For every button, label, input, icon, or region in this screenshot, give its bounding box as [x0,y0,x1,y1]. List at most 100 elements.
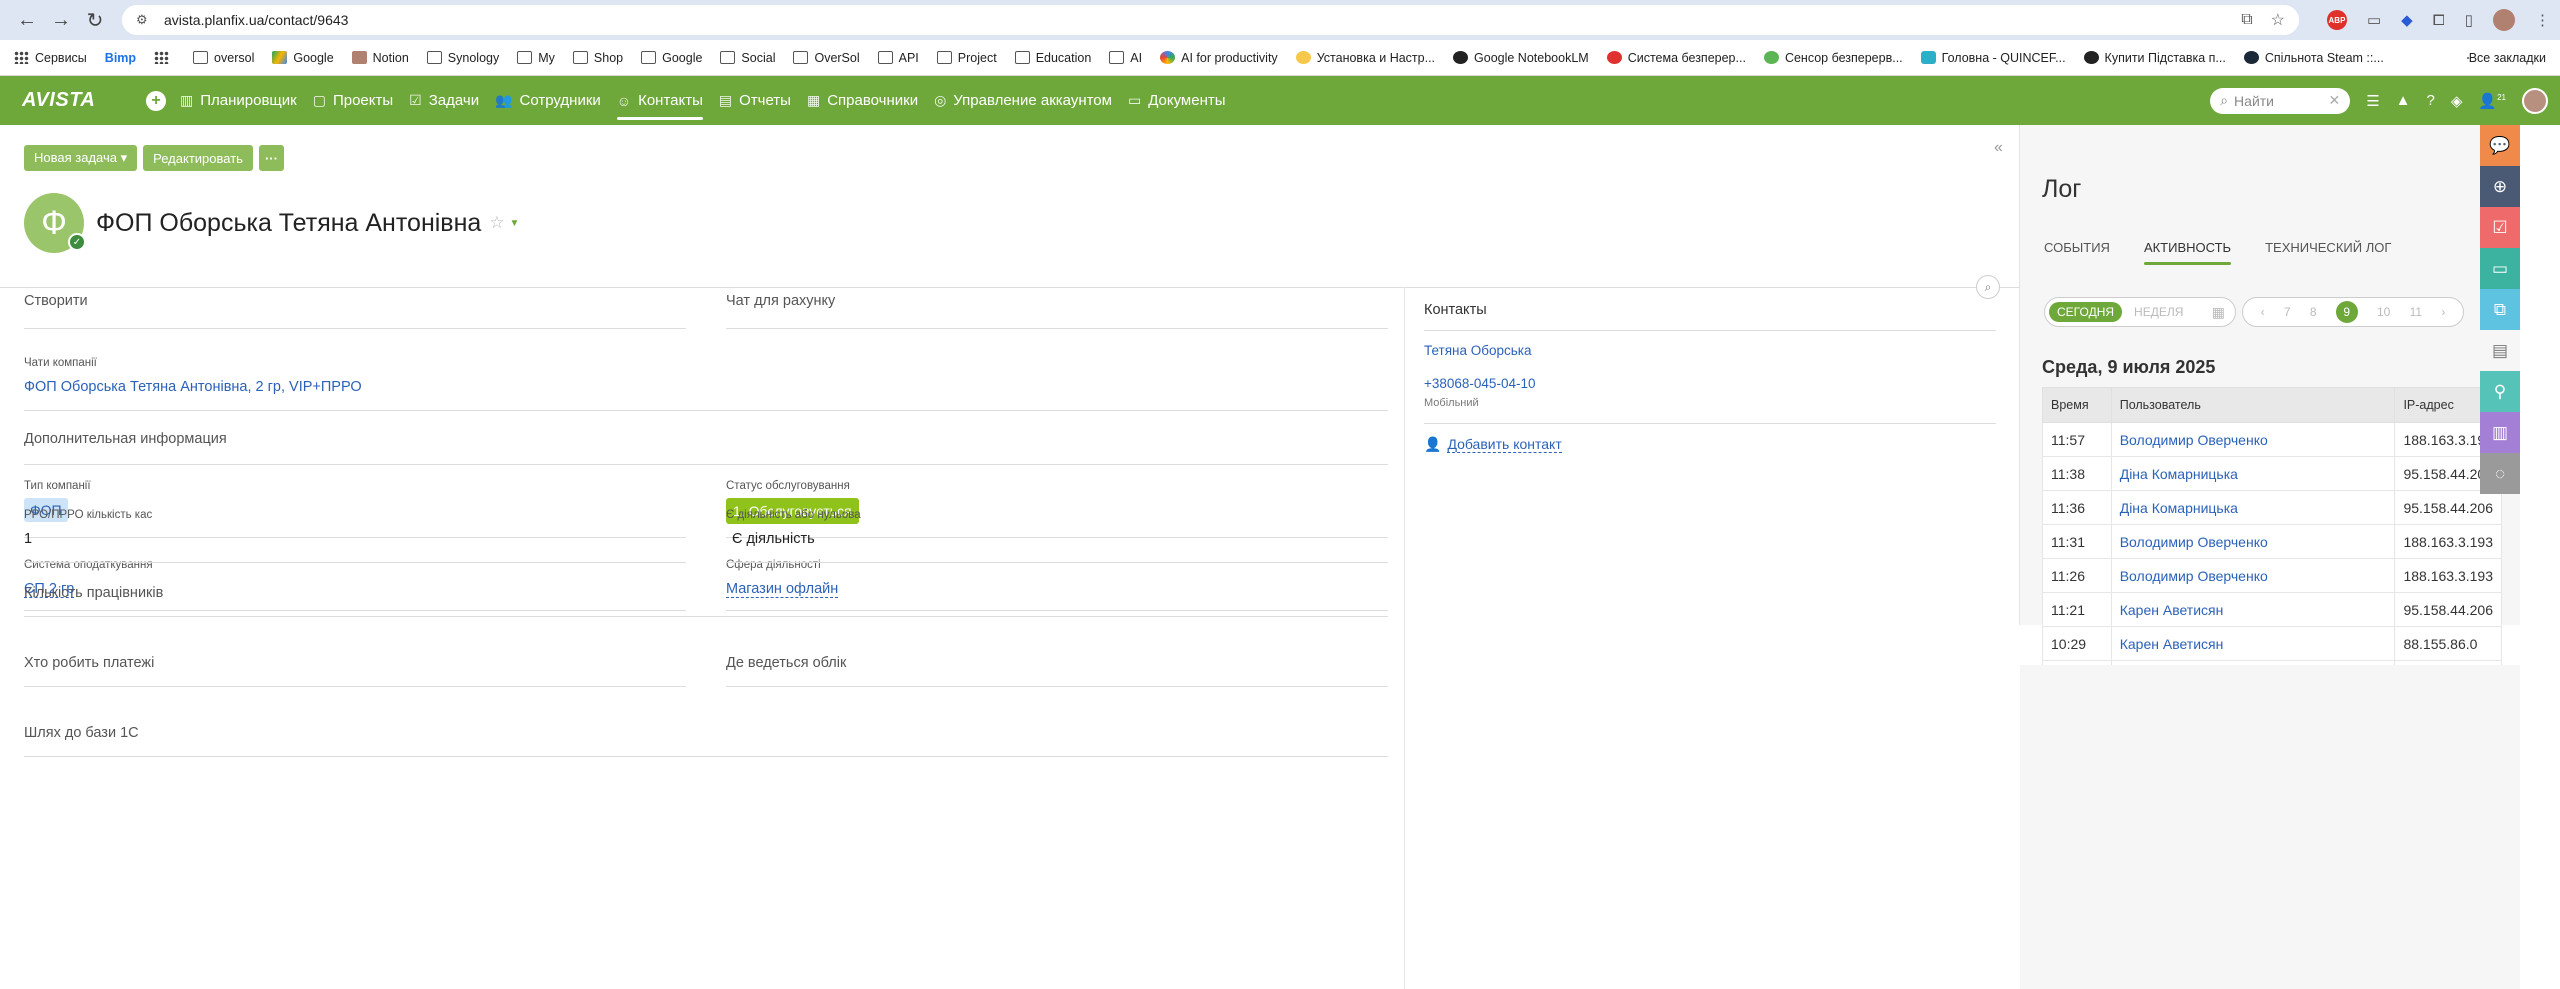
more-icon[interactable]: ◌ [2480,453,2520,494]
user-avatar[interactable] [2522,87,2548,114]
site-info-icon[interactable]: ⚙ [136,11,154,29]
bookmark-2[interactable] [154,51,175,64]
bookmark-6[interactable]: Synology [426,51,499,65]
pager-item[interactable]: 9 [2335,301,2358,323]
mail-icon[interactable]: ▭ [2480,248,2520,289]
layers-icon[interactable]: ◈ [2451,92,2463,110]
logo[interactable]: AVISTA [0,89,108,112]
more-button[interactable]: ··· [258,145,284,171]
shield-icon[interactable]: ◆ [2401,11,2413,29]
user-link[interactable]: Діна Комарницька [2110,456,2396,491]
nav-item-5[interactable]: ▤ Отчеты [719,76,791,125]
field-invoice-chat[interactable]: Чат для рахунку [726,293,1388,329]
users-icon[interactable]: 👤21 [2478,92,2506,110]
bookmark-3[interactable]: oversol [193,51,254,65]
menu-icon[interactable]: ☰ [2366,92,2379,110]
log-tab-1[interactable]: АКТИВНОСТЬ [2143,240,2232,265]
url-text[interactable]: avista.planfix.ua/contact/9643 [164,12,2223,28]
bookmark-1[interactable]: Bimp [105,51,136,65]
bookmark-star-icon[interactable]: ☆ [2271,10,2285,30]
star-icon[interactable]: ☆ [489,213,504,233]
pager-item[interactable]: 10 [2377,305,2390,319]
bookmark-20[interactable]: Сенсор безперерв... [1763,51,1903,65]
bookmark-12[interactable]: API [877,51,919,65]
key-icon[interactable]: ⚲ [2480,371,2520,412]
nav-item-8[interactable]: ▭ Документы [1128,76,1226,125]
bookmark-4[interactable]: Google [272,51,334,65]
forward-icon[interactable]: → [44,3,78,37]
bookmark-15[interactable]: AI [1109,51,1142,65]
new-task-button[interactable]: Новая задача ▾ [24,145,138,171]
address-bar[interactable]: ⚙ avista.planfix.ua/contact/9643 ⧉ ☆ [122,5,2299,35]
pager-item[interactable]: 8 [2310,305,2317,319]
search-input[interactable]: ⌕ Найти ✕ [2210,87,2351,114]
chat-search-icon[interactable]: ⌕ [1976,275,2000,299]
user-link[interactable]: Володимир Оверченко [2110,422,2396,457]
back-icon[interactable]: ← [10,3,44,37]
clipboard-icon[interactable]: ▤ [2480,330,2520,371]
bookmark-14[interactable]: Education [1014,51,1091,65]
extension-icon[interactable]: ▭ [2367,11,2381,29]
profile-avatar[interactable] [2493,9,2515,31]
period-today-button[interactable]: СЕГОДНЯ [2049,302,2123,322]
user-link[interactable]: Володимир Оверченко [2110,524,2396,559]
company-chat-link[interactable]: ФОП Оборська Тетяна Антонівна, 2 гр, VIP… [24,379,1388,395]
reload-icon[interactable]: ↻ [78,3,112,37]
bookmark-7[interactable]: My [517,51,555,65]
user-link[interactable]: Володимир Оверченко [2110,558,2396,593]
bookmark-22[interactable]: Купити Підставка п... [2083,51,2226,65]
contact-person-link[interactable]: Тетяна Оборська [1424,343,1996,358]
field-create[interactable]: Створити [24,293,686,329]
nav-item-1[interactable]: ▢ Проекты [313,76,393,125]
bookmark-10[interactable]: Social [720,51,775,65]
planner-icon[interactable]: ⊕ [2480,166,2520,207]
pager-item[interactable]: › [2441,305,2445,319]
nav-item-7[interactable]: ◎ Управление аккаунтом [934,76,1112,125]
bookmark-0[interactable]: Сервисы [14,51,87,65]
bookmark-11[interactable]: OverSol [793,51,860,65]
bookmark-17[interactable]: Установка и Настр... [1295,51,1435,65]
pin-icon[interactable]: ▲ [2396,92,2411,109]
bookmark-18[interactable]: Google NotebookLM [1453,51,1589,65]
install-app-icon[interactable]: ⧉ [2241,11,2252,29]
bookmark-21[interactable]: Головна - QUINCEF... [1920,51,2066,65]
chevron-down-icon[interactable]: ▼ [510,218,520,229]
bookmark-9[interactable]: Google [641,51,702,65]
collapse-icon[interactable]: « [1994,139,2003,157]
nav-item-0[interactable]: ▥ Планировщик [180,76,297,125]
log-tab-0[interactable]: СОБЫТИЯ [2044,240,2110,265]
chart-icon[interactable]: ▥ [2480,412,2520,453]
nav-item-2[interactable]: ☑ Задачи [409,76,479,125]
user-link[interactable]: Карен Аветисян [2110,626,2396,661]
bookmark-8[interactable]: Shop [572,51,623,65]
calendar-icon[interactable]: ▦ [2212,304,2225,321]
edit-button[interactable]: Редактировать [143,145,253,171]
contact-phone-link[interactable]: +38068-045-04-10 [1424,376,1996,391]
bookmark-13[interactable]: Project [936,51,997,65]
rro-value[interactable]: 1 [24,531,686,547]
tasks-icon[interactable]: ☑ [2480,207,2520,248]
help-icon[interactable]: ? [2427,92,2435,109]
menu-dots-icon[interactable]: ⋮ [2535,11,2550,29]
pager-item[interactable]: 11 [2410,305,2422,319]
all-bookmarks[interactable]: Все закладки [2466,51,2546,65]
user-link[interactable]: Діна Комарницька [2110,490,2396,525]
nav-item-4[interactable]: ☺ Контакты [616,76,703,125]
copy-icon[interactable]: ⧉ [2480,289,2520,330]
field-employees-count[interactable]: Кількість працівників [24,585,1388,617]
field-path-1c[interactable]: Шлях до бази 1С [24,725,1388,757]
period-week-button[interactable]: НЕДЕЛЯ [2134,305,2183,319]
bookmark-5[interactable]: Notion [351,51,409,65]
log-tab-2[interactable]: ТЕХНИЧЕСКИЙ ЛОГ [2265,240,2391,265]
bookmark-16[interactable]: AI for productivity [1160,51,1278,65]
add-contact-button[interactable]: 👤 Добавить контакт [1424,436,1996,453]
pager-item[interactable]: ‹ [2261,305,2265,319]
sidepanel-icon[interactable]: ▯ [2465,11,2473,29]
nav-item-6[interactable]: ▦ Справочники [807,76,918,125]
bookmark-19[interactable]: Система безперер... [1606,51,1746,65]
clear-icon[interactable]: ✕ [2328,92,2340,109]
bookmark-23[interactable]: Спільнота Steam ::... [2243,51,2384,65]
chat-icon[interactable]: 💬 [2480,125,2520,166]
pager-item[interactable]: 7 [2284,305,2291,319]
user-link[interactable]: Карен Аветисян [2110,592,2396,627]
